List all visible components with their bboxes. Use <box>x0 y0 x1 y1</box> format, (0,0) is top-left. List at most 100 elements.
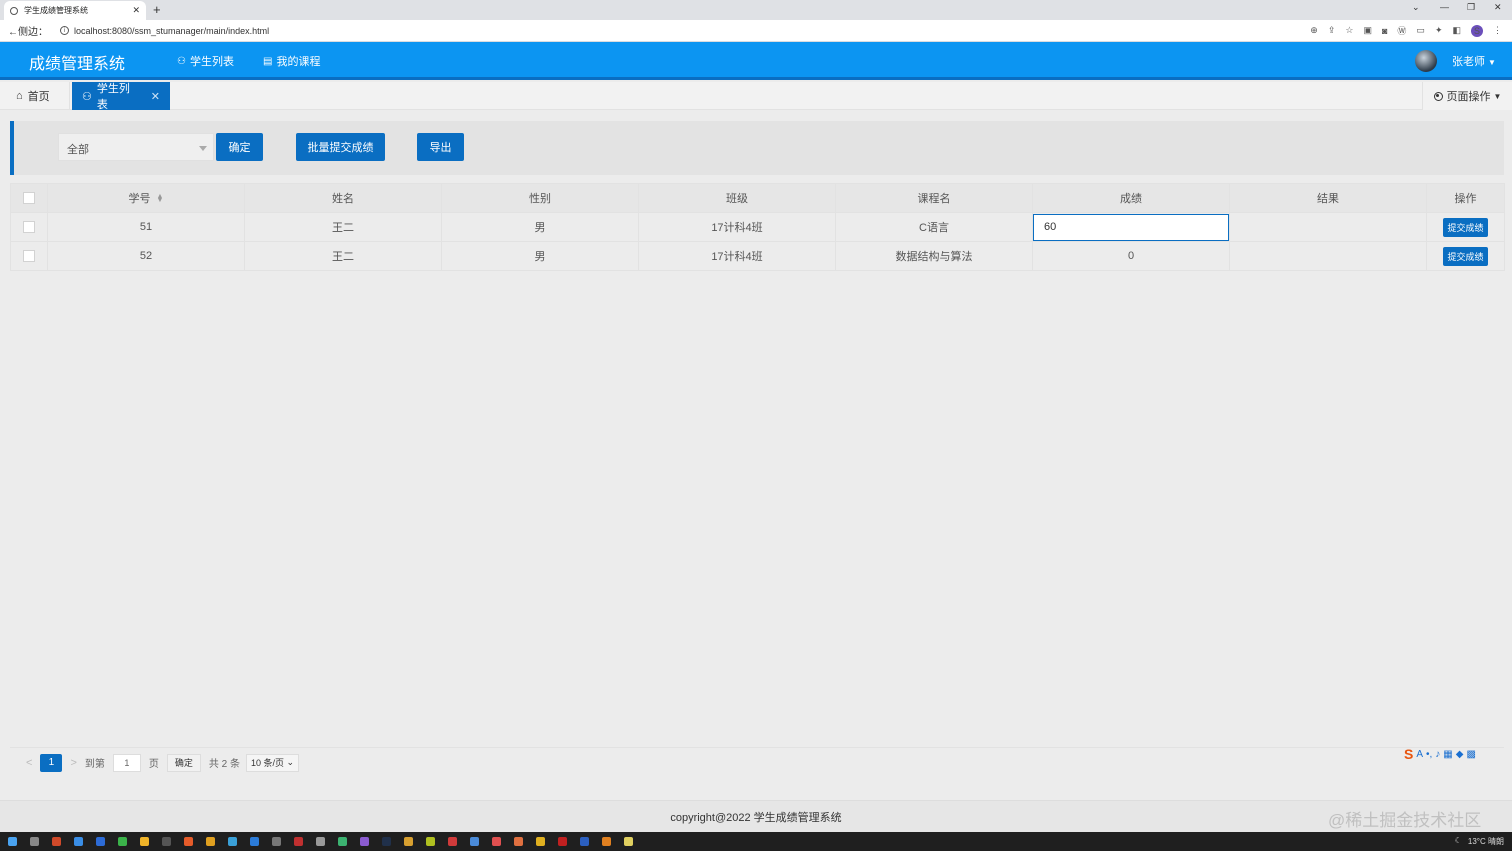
sogou-icon[interactable]: S <box>1404 746 1413 762</box>
profile-avatar[interactable]: S <box>1471 24 1483 37</box>
app-icon[interactable] <box>316 837 325 846</box>
next-page-icon[interactable]: > <box>70 757 76 769</box>
table-row: 52 王二 男 17计科4班 数据结构与算法 0 提交成绩 <box>10 241 1505 271</box>
cell-score[interactable]: 0 <box>1032 241 1230 271</box>
chrome-icon[interactable] <box>140 837 149 846</box>
page-operations-button[interactable]: 页面操作 ▼ <box>1422 82 1512 110</box>
weather-icon[interactable]: ☾ <box>1455 836 1462 847</box>
new-tab-button[interactable]: + <box>153 2 161 17</box>
confirm-button[interactable]: 确定 <box>216 133 263 161</box>
app-icon[interactable] <box>272 837 281 846</box>
restore-button[interactable]: ❐ <box>1467 2 1475 13</box>
app-icon[interactable] <box>96 837 105 846</box>
browser-menu-icon[interactable]: ⋮ <box>1493 25 1502 36</box>
app-icon[interactable] <box>448 837 457 846</box>
cell-id: 51 <box>47 212 245 242</box>
app-icon[interactable] <box>338 837 347 846</box>
row-checkbox[interactable] <box>23 250 35 263</box>
ime-a-icon[interactable]: A <box>1416 749 1423 760</box>
app-icon[interactable] <box>558 837 567 846</box>
app-icon[interactable] <box>74 837 83 846</box>
cell-id: 52 <box>47 241 245 271</box>
app-icon[interactable] <box>162 837 171 846</box>
extension-w-icon[interactable]: Ⓦ <box>1397 24 1406 37</box>
export-button[interactable]: 导出 <box>417 133 464 161</box>
back-button[interactable]: ←侧边： <box>8 23 48 38</box>
batch-submit-button[interactable]: 批量提交成绩 <box>296 133 385 161</box>
extension-screen-icon[interactable]: ▭ <box>1416 25 1425 36</box>
users-icon: ⚇ <box>82 90 92 103</box>
extensions-puzzle-icon[interactable]: ✦ <box>1435 25 1443 36</box>
app-icon[interactable] <box>184 837 193 846</box>
wechat-icon[interactable] <box>118 837 127 846</box>
row-checkbox[interactable] <box>23 221 35 234</box>
column-header-id[interactable]: 学号 ▲ ▼ <box>47 183 245 213</box>
tab-search-icon[interactable]: ⌄ <box>1412 2 1420 13</box>
user-name: 张老师 <box>1452 56 1485 68</box>
keyboard-icon[interactable]: ▦ <box>1443 749 1452 760</box>
app-icon[interactable] <box>514 837 523 846</box>
close-tab-icon[interactable]: ✕ <box>132 5 140 16</box>
skin-icon[interactable]: ◆ <box>1456 749 1464 760</box>
close-icon[interactable]: ✕ <box>151 90 160 103</box>
zoom-icon[interactable]: ⊕ <box>1310 25 1318 36</box>
sidebar-icon[interactable]: ◧ <box>1452 25 1461 36</box>
app-icon[interactable] <box>602 837 611 846</box>
sort-icon[interactable]: ▲ ▼ <box>157 193 164 204</box>
screenshot-icon[interactable]: ▣ <box>1363 25 1372 36</box>
toolbox-icon[interactable]: ▩ <box>1466 749 1475 760</box>
url-field[interactable]: localhost:8080/ssm_stumanager/main/index… <box>74 26 269 36</box>
close-window-button[interactable]: ✕ <box>1494 2 1502 13</box>
app-icon[interactable] <box>404 837 413 846</box>
browser-tabstrip: 学生成绩管理系统 ✕ + ⌄ — ❐ ✕ <box>0 0 1512 20</box>
row-checkbox-cell <box>10 212 48 242</box>
select-all-checkbox[interactable] <box>23 192 35 205</box>
app-icon[interactable] <box>52 837 61 846</box>
ime-punct-icon[interactable]: •, <box>1426 749 1432 760</box>
folder-icon[interactable] <box>206 837 215 846</box>
user-menu[interactable]: 张老师 ▼ <box>1452 53 1496 69</box>
submit-score-button[interactable]: 提交成绩 <box>1443 217 1488 237</box>
nav-student-list[interactable]: ⚇ 学生列表 <box>177 53 234 69</box>
column-header: 成绩 <box>1032 183 1230 213</box>
tab-home[interactable]: ⌂ 首页 <box>6 82 70 110</box>
cell-action: 提交成绩 <box>1426 212 1505 242</box>
app-icon[interactable] <box>536 837 545 846</box>
app-icon[interactable] <box>360 837 369 846</box>
app-icon[interactable] <box>294 837 303 846</box>
word-icon[interactable] <box>580 837 589 846</box>
nav-label: 学生列表 <box>189 56 234 68</box>
microphone-icon[interactable]: ♪ <box>1435 749 1440 760</box>
browser-tab[interactable]: 学生成绩管理系统 ✕ <box>4 1 146 20</box>
tab-student-list[interactable]: ⚇ 学生列表 ✕ <box>72 82 170 111</box>
current-page[interactable]: 1 <box>40 753 63 772</box>
share-icon[interactable]: ⇪ <box>1328 25 1336 36</box>
page-size-select[interactable]: 10 条/页 ⌄ <box>246 753 300 772</box>
submit-score-button[interactable]: 提交成绩 <box>1443 246 1488 266</box>
header-label: 学号 <box>128 193 151 205</box>
search-icon[interactable] <box>30 837 39 846</box>
bookmark-star-icon[interactable]: ☆ <box>1345 25 1353 36</box>
avatar[interactable] <box>1415 50 1437 72</box>
goto-page-input[interactable]: 1 <box>112 753 141 772</box>
course-filter-select[interactable]: 全部 <box>58 133 214 161</box>
page-tabs: ⌂ 首页 ⚇ 学生列表 ✕ 页面操作 ▼ <box>0 82 1512 111</box>
camera-icon[interactable]: ◙ <box>1382 26 1387 36</box>
prev-page-icon[interactable]: < <box>26 757 32 769</box>
app-icon[interactable] <box>228 837 237 846</box>
app-icon[interactable] <box>624 837 633 846</box>
goto-confirm-button[interactable]: 确定 <box>166 753 201 772</box>
site-info-icon[interactable]: i <box>60 26 69 35</box>
app-icon[interactable] <box>426 837 435 846</box>
table-row: 51 王二 男 17计科4班 C语言 提交成绩 <box>10 212 1505 242</box>
minimize-button[interactable]: — <box>1440 2 1449 12</box>
app-icon[interactable] <box>382 837 391 846</box>
start-icon[interactable] <box>8 837 17 846</box>
ime-toolbar: S A •, ♪ ▦ ◆ ▩ <box>1404 746 1476 762</box>
app-icon[interactable] <box>492 837 501 846</box>
app-icon[interactable] <box>250 837 259 846</box>
score-input[interactable] <box>1033 213 1229 241</box>
app-icon[interactable] <box>470 837 479 846</box>
nav-label: 我的课程 <box>276 56 321 68</box>
nav-my-courses[interactable]: ▤ 我的课程 <box>263 53 320 69</box>
